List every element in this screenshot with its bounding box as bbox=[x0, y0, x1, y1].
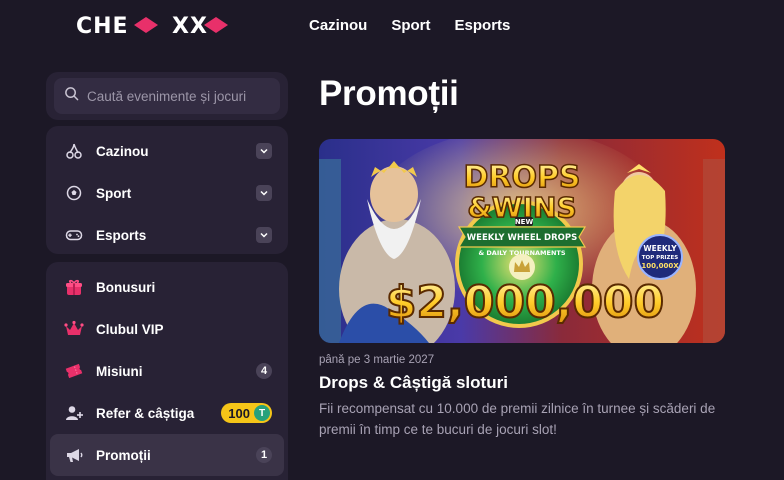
soccer-ball-icon bbox=[64, 183, 84, 203]
tether-coin-icon: T bbox=[254, 405, 270, 421]
search-panel bbox=[46, 72, 288, 120]
promo-banner[interactable]: DROPS &WINS NEW WEEKLY WHEEL DROPS & DAI… bbox=[319, 139, 725, 343]
chevron-down-icon[interactable] bbox=[256, 185, 272, 201]
ticket-icon bbox=[64, 361, 84, 381]
sidebar-item-refer[interactable]: Refer & câștiga 100 T bbox=[50, 392, 284, 434]
seal-line3: 100,000X bbox=[641, 262, 679, 270]
seal-line1: WEEKLY bbox=[643, 244, 677, 253]
chevron-down-icon[interactable] bbox=[256, 227, 272, 243]
sidebar-item-label: Bonusuri bbox=[96, 279, 156, 295]
search-box[interactable] bbox=[54, 78, 280, 114]
sidebar-item-cazinou[interactable]: Cazinou bbox=[50, 130, 284, 172]
sidebar-item-label: Cazinou bbox=[96, 143, 149, 159]
sidebar-item-label: Clubul VIP bbox=[96, 321, 164, 337]
search-icon bbox=[64, 86, 79, 106]
sidebar-item-label: Sport bbox=[96, 185, 132, 201]
banner-amp: & bbox=[467, 191, 491, 224]
chexx-logo[interactable]: CHE XX bbox=[76, 14, 258, 36]
sidebar-item-clubul-vip[interactable]: Clubul VIP bbox=[50, 308, 284, 350]
promo-description: Fii recompensat cu 10.000 de premii ziln… bbox=[319, 401, 716, 437]
gamepad-icon bbox=[64, 225, 84, 245]
promo-date: până pe 3 martie 2027 bbox=[319, 354, 435, 366]
reward-amount: 100 bbox=[228, 405, 250, 421]
sidebar-item-label: Refer & câștiga bbox=[96, 405, 195, 421]
banner-amount: $2,000,000 bbox=[386, 277, 664, 328]
nav-cazinou[interactable]: Cazinou bbox=[309, 17, 367, 34]
count-badge: 4 bbox=[256, 363, 272, 379]
page-title: Promoții bbox=[319, 74, 459, 113]
sidebar-item-bonusuri[interactable]: Bonusuri bbox=[50, 266, 284, 308]
sidebar-item-label: Esports bbox=[96, 227, 147, 243]
add-user-icon bbox=[64, 403, 84, 423]
nav-esports[interactable]: Esports bbox=[455, 17, 511, 34]
reward-badge: 100 T bbox=[221, 403, 272, 423]
banner-line2: WINS bbox=[492, 191, 577, 224]
chevron-down-icon[interactable] bbox=[256, 143, 272, 159]
sidebar-item-promotii[interactable]: Promoții 1 bbox=[50, 434, 284, 476]
cherries-icon bbox=[64, 141, 84, 161]
sidebar-item-label: Misiuni bbox=[96, 363, 143, 379]
count-badge: 1 bbox=[256, 447, 272, 463]
gift-icon bbox=[64, 277, 84, 297]
menu-panel: Bonusuri Clubul VIP Misiuni 4 Refer & câ… bbox=[46, 262, 288, 480]
sidebar-item-misiuni[interactable]: Misiuni 4 bbox=[50, 350, 284, 392]
megaphone-icon bbox=[64, 445, 84, 465]
top-bar: CHE XX Cazinou Sport Esports bbox=[0, 0, 784, 52]
category-panel: Cazinou Sport Esports bbox=[46, 126, 288, 254]
search-input[interactable] bbox=[87, 88, 277, 104]
crown-icon bbox=[64, 319, 84, 339]
sidebar-item-sport[interactable]: Sport bbox=[50, 172, 284, 214]
ribbon-main: WEEKLY WHEEL DROPS bbox=[467, 233, 577, 243]
nav-sport[interactable]: Sport bbox=[391, 17, 430, 34]
main-nav: Cazinou Sport Esports bbox=[309, 17, 510, 34]
sidebar-item-esports[interactable]: Esports bbox=[50, 214, 284, 256]
promo-banner-art: DROPS &WINS NEW WEEKLY WHEEL DROPS & DAI… bbox=[319, 139, 725, 343]
sidebar-item-label: Promoții bbox=[96, 447, 151, 463]
seal-line2: TOP PRIZES bbox=[642, 255, 678, 261]
svg-text:XX: XX bbox=[172, 14, 208, 36]
svg-text:CHE: CHE bbox=[76, 14, 129, 36]
banner-line1: DROPS bbox=[463, 160, 580, 195]
promo-title[interactable]: Drops & Câștigă sloturi bbox=[319, 373, 508, 393]
ribbon-new: NEW bbox=[515, 218, 534, 226]
